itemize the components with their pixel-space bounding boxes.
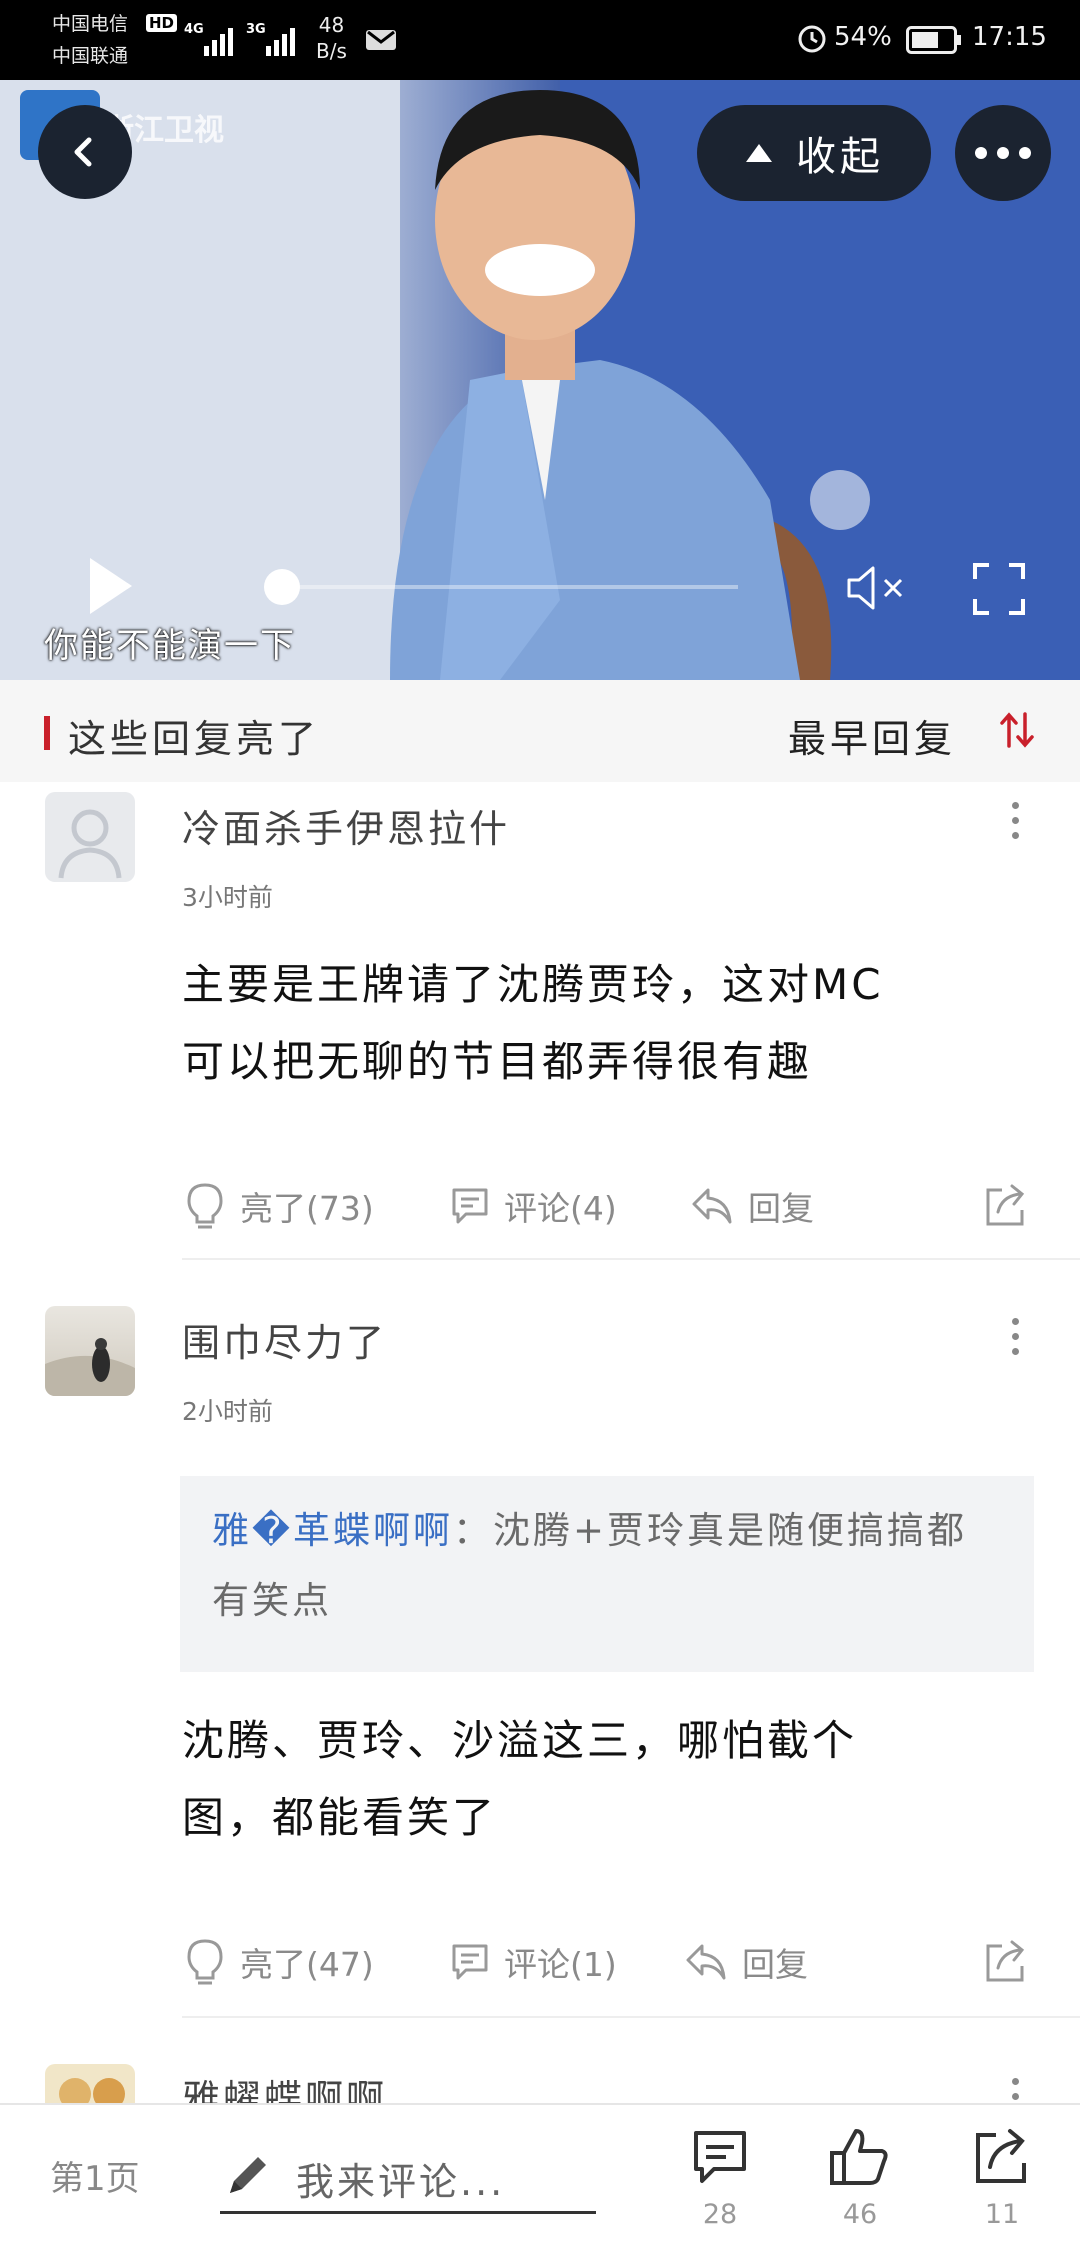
user-photo-avatar: [59, 2078, 125, 2104]
comment-label: 评论(4): [504, 1189, 617, 1228]
comment-divider: [182, 1258, 1080, 1260]
fullscreen-button[interactable]: [973, 563, 1025, 619]
signal-3g-icon: 3G: [246, 20, 306, 56]
video-subtitle: 你能不能演一下: [44, 626, 296, 666]
share-icon: [986, 1184, 1025, 1226]
carrier-2: 中国联通: [52, 45, 129, 67]
battery-percent: 54%: [834, 22, 892, 52]
alarm-icon: [796, 22, 828, 58]
comment-username[interactable]: 雅蠗蝶啊啊: [182, 2068, 387, 2104]
reply-button[interactable]: 回复: [684, 1938, 808, 1986]
message-icon: [364, 26, 398, 58]
net-speed-unit: B/s: [316, 39, 347, 63]
comment-text-line-1: 沈腾、贾玲、沙溢这三，哪怕截个: [182, 1716, 858, 1765]
clock: 17:15: [972, 22, 1047, 52]
progress-track[interactable]: [268, 585, 738, 589]
status-bar: 中国电信 HD 中国联通 4G 3G 48 B/s 54% 17:15: [0, 0, 1080, 80]
play-button[interactable]: [86, 556, 134, 620]
battery-icon: [906, 26, 962, 58]
page-indicator[interactable]: 第1页: [50, 2151, 140, 2200]
reply-button[interactable]: 回复: [690, 1182, 814, 1230]
comment-more-button[interactable]: [1010, 1318, 1020, 1355]
comment-card: 围巾尽力了 2小时前 雅�革蝶啊啊：沈腾+贾玲真是随便搞搞都有笑点 沈腾、贾玲、…: [0, 1300, 1080, 2020]
volume-mute-icon: [847, 566, 903, 610]
comment-count-button[interactable]: 评论(1): [450, 1938, 617, 1986]
share-button[interactable]: [984, 1938, 1044, 1984]
user-photo-avatar: [45, 1338, 135, 1396]
like-label: 亮了(47): [240, 1945, 374, 1984]
quoted-username[interactable]: 雅�革蝶啊啊: [212, 1509, 453, 1552]
video-player[interactable]: 浙江卫视 收起 你能不能演一下: [0, 80, 1080, 680]
more-button[interactable]: [955, 105, 1051, 201]
avatar[interactable]: [45, 1306, 135, 1396]
comment-input[interactable]: 我来评论...: [220, 2135, 596, 2214]
comment-time: 2小时前: [182, 1397, 273, 1426]
comment-label: 评论(1): [504, 1945, 617, 1984]
share-button[interactable]: [972, 2127, 1032, 2191]
pencil-icon: [230, 2157, 266, 2193]
comment-time: 3小时前: [182, 883, 273, 912]
lightbulb-icon: [187, 1939, 223, 1985]
triangle-up-icon: [746, 144, 772, 162]
avatar[interactable]: [45, 792, 135, 882]
comment-username[interactable]: 围巾尽力了: [182, 1312, 387, 1367]
comment-divider: [182, 2016, 1080, 2018]
comment-more-button[interactable]: [1010, 802, 1020, 839]
quoted-reply[interactable]: 雅�革蝶啊啊：沈腾+贾玲真是随便搞搞都有笑点: [180, 1476, 1034, 1672]
sort-arrows-icon[interactable]: [999, 710, 1035, 754]
shares-count: 11: [984, 2199, 1020, 2230]
collapse-button[interactable]: 收起: [697, 105, 931, 201]
reply-label: 回复: [742, 1945, 808, 1984]
comment-username[interactable]: 冷面杀手伊恩拉什: [182, 798, 510, 853]
comment-card: 冷面杀手伊恩拉什 3小时前 主要是王牌请了沈腾贾玲，这对MC 可以把无聊的节目都…: [0, 782, 1080, 1262]
fullscreen-icon: [973, 563, 1025, 615]
play-icon: [90, 558, 132, 614]
comment-text-line-2: 图，都能看笑了: [182, 1793, 498, 1842]
like-button[interactable]: 亮了(73): [184, 1182, 374, 1230]
section-header: 这些回复亮了 最早回复: [0, 680, 1080, 782]
comments-button[interactable]: [690, 2127, 750, 2191]
likes-count: 46: [842, 2199, 878, 2230]
share-icon: [986, 1940, 1025, 1982]
lightbulb-icon: [187, 1183, 223, 1229]
thumbs-up-icon: [830, 2129, 888, 2185]
comment-card: 雅蠗蝶啊啊: [0, 2060, 1080, 2104]
more-horizontal-icon: [975, 147, 1031, 159]
collapse-label: 收起: [796, 134, 884, 180]
net-speed: 48 B/s: [316, 12, 347, 64]
comment-count-button[interactable]: 评论(4): [450, 1182, 617, 1230]
comment-text-line-2: 可以把无聊的节目都弄得很有趣: [182, 1037, 813, 1086]
comments-count: 28: [702, 2199, 738, 2230]
comment-more-button[interactable]: [1010, 2078, 1020, 2104]
reply-label: 回复: [748, 1189, 814, 1228]
net-speed-value: 48: [318, 13, 345, 37]
hd-badge: HD: [146, 14, 178, 32]
mute-button[interactable]: [845, 562, 909, 618]
back-button[interactable]: [38, 105, 132, 199]
like-button[interactable]: [828, 2127, 890, 2191]
like-label: 亮了(73): [240, 1189, 374, 1228]
sort-button[interactable]: 最早回复: [788, 708, 956, 763]
net-type-2: 3G: [246, 22, 266, 37]
signal-4g-icon: 4G: [184, 20, 244, 56]
comment-icon: [452, 1944, 488, 1980]
bottom-bar: 第1页 我来评论... 28 46 11: [0, 2103, 1080, 2242]
carrier-1: 中国电信: [52, 13, 129, 35]
comment-text-line-1: 主要是王牌请了沈腾贾玲，这对MC: [182, 960, 884, 1009]
default-avatar-icon: [58, 809, 122, 879]
section-title: 这些回复亮了: [68, 717, 321, 761]
like-button[interactable]: 亮了(47): [184, 1938, 374, 1986]
share-icon: [976, 2129, 1026, 2183]
progress-knob[interactable]: [264, 569, 300, 605]
comment-icon: [694, 2131, 746, 2183]
comment-icon: [452, 1188, 488, 1224]
reply-icon: [686, 1944, 726, 1980]
share-button[interactable]: [984, 1182, 1044, 1228]
section-accent-bar: [44, 716, 50, 750]
comment-input-placeholder: 我来评论...: [296, 2160, 506, 2204]
chevron-left-icon: [74, 137, 92, 167]
net-type-1: 4G: [184, 22, 204, 37]
avatar[interactable]: [45, 2064, 135, 2104]
reply-icon: [692, 1188, 732, 1224]
